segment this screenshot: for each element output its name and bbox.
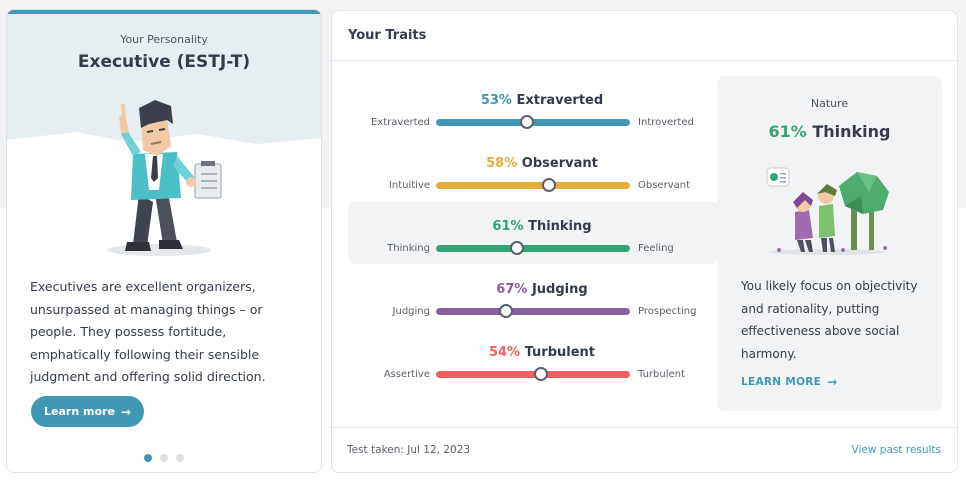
trait-row-judging[interactable]: 67% Judging Judging Prospecting [348, 265, 718, 327]
nature-label: Nature [810, 97, 849, 110]
executive-avatar-illustration [107, 100, 222, 256]
trait-bar-knob [533, 367, 548, 381]
personality-hero: Your Personality Executive (ESTJ-T) [7, 14, 321, 266]
carousel-dot-3[interactable] [176, 454, 184, 462]
personality-eyebrow: Your Personality [120, 33, 208, 46]
trait-percent: 54% [488, 345, 521, 360]
trait-name: Observant [521, 156, 598, 171]
trait-right-label: Feeling [638, 243, 674, 254]
trait-title: 67% Judging [452, 282, 632, 297]
trait-percent: 61% [492, 219, 524, 234]
nature-learn-more-label: LEARN MORE [741, 376, 822, 388]
trait-name: Turbulent [524, 345, 596, 360]
trait-row-extraverted[interactable]: 53% Extraverted Extraverted Introverted [348, 76, 718, 138]
trait-bar-knob [498, 304, 513, 318]
nature-learn-more-link[interactable]: LEARN MORE → [741, 376, 838, 388]
trait-left-label: Intuitive [388, 180, 430, 191]
trait-left-label: Judging [392, 306, 430, 317]
trait-bar-knob [541, 178, 556, 192]
test-taken-date: Test taken: Jul 12, 2023 [347, 444, 471, 456]
trait-bar-knob [520, 115, 535, 129]
trait-right-label: Introverted [638, 117, 694, 128]
trait-title: 54% Turbulent [452, 345, 632, 360]
learn-more-button[interactable]: Learn more → [31, 396, 144, 427]
trait-bar [436, 241, 630, 255]
trait-right-label: Observant [638, 180, 690, 191]
trait-name: Thinking [528, 219, 592, 234]
carousel-dot-2[interactable] [160, 454, 168, 462]
trait-bar [436, 367, 630, 381]
trait-right-label: Turbulent [638, 369, 685, 380]
trait-percent: 53% [480, 93, 512, 108]
trait-percent: 58% [486, 156, 518, 171]
thinking-illustration [766, 167, 889, 255]
trait-title: 61% Thinking [452, 219, 632, 234]
nature-title: 61% Thinking [717, 122, 942, 141]
traits-header: Your Traits [332, 11, 957, 61]
carousel-dots [7, 454, 321, 462]
personality-type-title: Executive (ESTJ-T) [77, 52, 251, 72]
traits-card: Your Traits 53% Extraverted Extraverted In… [331, 10, 958, 473]
trait-row-turbulent[interactable]: 54% Turbulent Assertive Turbulent [348, 328, 718, 390]
trait-left-label: Assertive [383, 369, 430, 380]
arrow-right-icon: → [827, 375, 838, 389]
trait-percent: 67% [496, 282, 528, 297]
personality-description: Executives are excellent organizers, uns… [30, 279, 266, 385]
trait-left-label: Extraverted [371, 117, 430, 128]
learn-more-label: Learn more [44, 405, 115, 418]
trait-row-thinking[interactable]: 61% Thinking Thinking Feeling [348, 202, 718, 264]
trait-title: 58% Observant [452, 156, 632, 171]
nature-panel: Nature 61% Thinking You likely focus on … [717, 76, 942, 411]
personality-card: Your Personality Executive (ESTJ-T) Exec… [6, 9, 322, 473]
trait-right-label: Prospecting [638, 306, 697, 317]
nature-description: You likely focus on objectivity and rati… [741, 279, 918, 361]
traits-footer: Test taken: Jul 12, 2023 View past resul… [332, 427, 957, 472]
trait-bar-knob [510, 241, 525, 255]
trait-left-label: Thinking [387, 243, 430, 254]
arrow-right-icon: → [120, 404, 131, 419]
nature-percent: 61% [768, 122, 807, 141]
trait-name: Extraverted [516, 93, 604, 108]
trait-bar [436, 304, 630, 318]
trait-row-observant[interactable]: 58% Observant Intuitive Observant [348, 139, 718, 201]
trait-name: Judging [531, 282, 588, 297]
trait-bar [436, 178, 630, 192]
carousel-dot-1[interactable] [144, 454, 152, 462]
view-past-results-link[interactable]: View past results [852, 444, 941, 456]
nature-trait: Thinking [812, 122, 891, 141]
trait-bar [436, 115, 630, 129]
trait-title: 53% Extraverted [452, 93, 632, 108]
